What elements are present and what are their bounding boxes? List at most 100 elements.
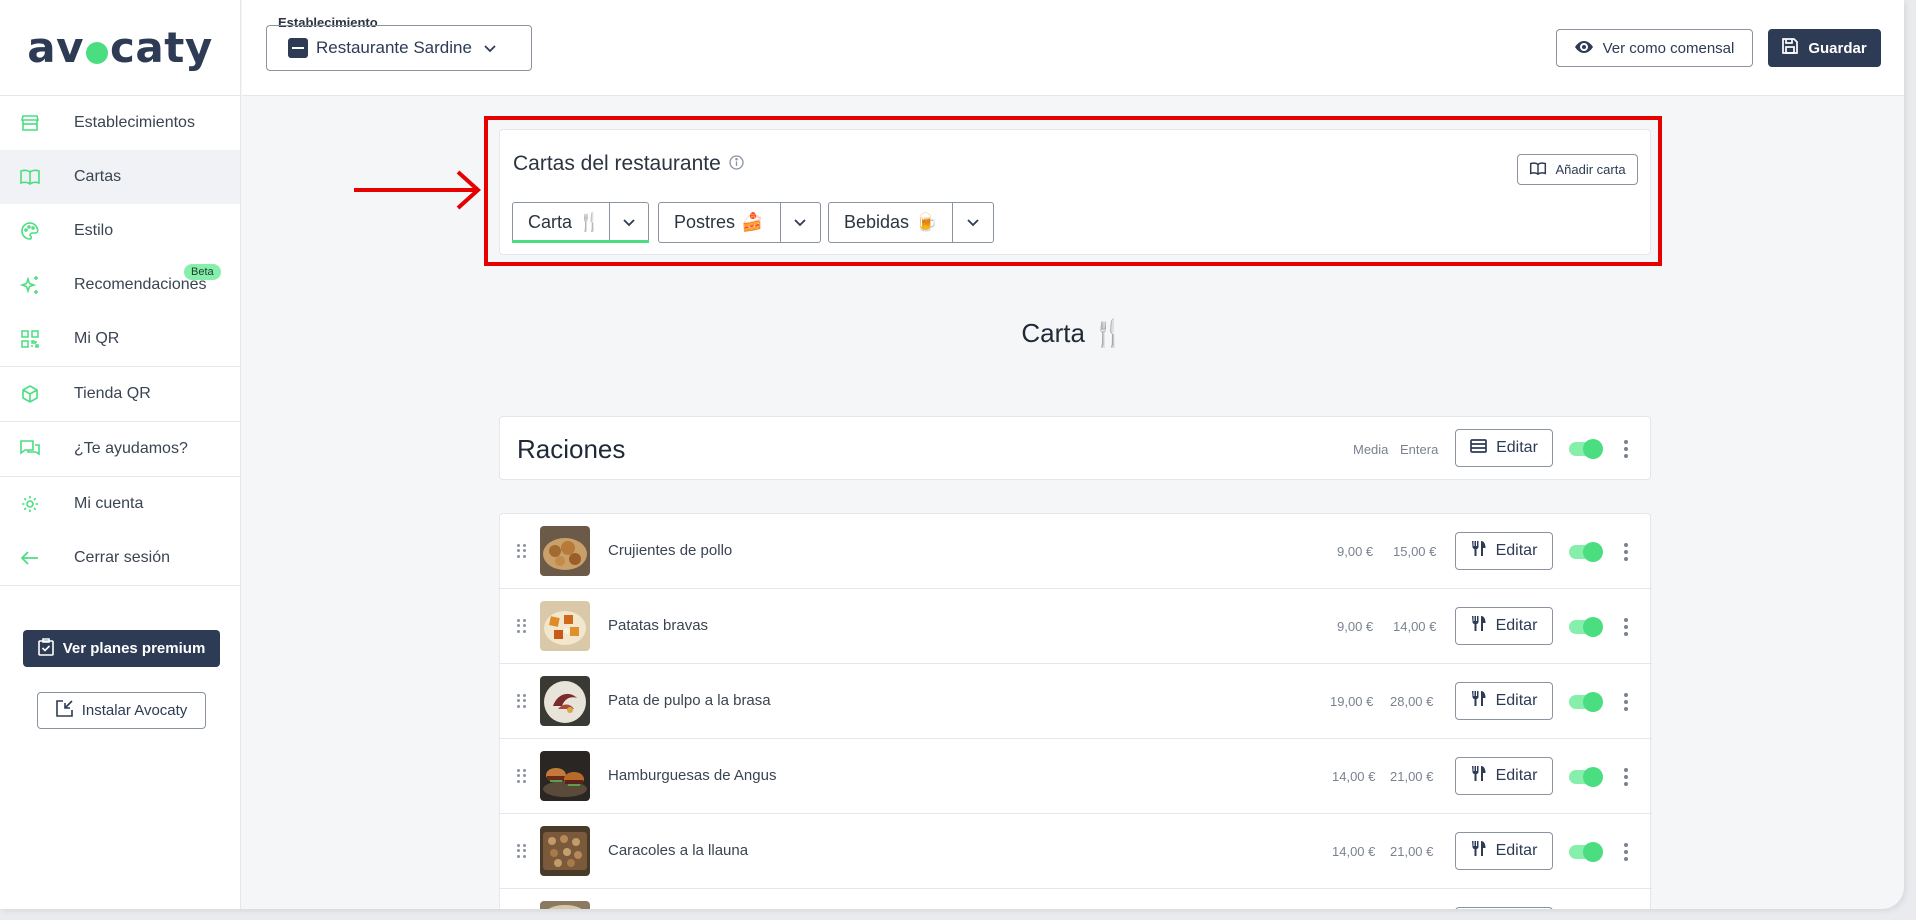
dish-more-menu[interactable] xyxy=(1623,843,1629,861)
qr-icon xyxy=(20,329,40,349)
logo-avocado-dot xyxy=(86,41,109,64)
drag-handle-icon[interactable] xyxy=(517,844,527,858)
edit-dish-button[interactable]: Editar xyxy=(1455,757,1553,795)
sidebar-item-label: Cerrar sesión xyxy=(74,549,171,566)
sidebar-nav: Establecimientos Cartas Estilo Recomenda… xyxy=(0,96,240,586)
install-app-button[interactable]: Instalar Avocaty xyxy=(37,692,206,729)
table-row: Pata de pulpo a la brasa 19,00 € 28,00 €… xyxy=(500,664,1652,739)
section-more-menu[interactable] xyxy=(1623,440,1629,458)
edit-label: Editar xyxy=(1495,767,1538,784)
dish-name: Hamburguesas de Angus xyxy=(608,767,777,784)
dish-visibility-toggle[interactable] xyxy=(1569,842,1603,862)
edit-section-button[interactable]: Editar xyxy=(1455,429,1553,467)
sidebar-item-establecimientos[interactable]: Establecimientos xyxy=(0,96,240,150)
edit-dish-button[interactable]: Editar xyxy=(1455,682,1553,720)
dish-full-price: 21,00 € xyxy=(1390,769,1434,784)
section-icon xyxy=(1470,438,1487,458)
dish-full-price: 28,00 € xyxy=(1390,694,1434,709)
dish-photo xyxy=(540,751,590,801)
sidebar-item-label: Mi QR xyxy=(74,330,120,347)
dish-visibility-toggle[interactable] xyxy=(1569,542,1603,562)
edit-dish-button[interactable]: Editar xyxy=(1455,607,1553,645)
sidebar-item-label: Tienda QR xyxy=(74,385,151,402)
cutlery-icon: 🍴 xyxy=(1092,318,1125,348)
edit-dish-button[interactable]: Editar xyxy=(1455,832,1553,870)
dish-more-menu[interactable] xyxy=(1623,693,1629,711)
dish-photo xyxy=(540,901,590,909)
dish-half-price: 14,00 € xyxy=(1332,769,1376,784)
drag-handle-icon[interactable] xyxy=(517,769,527,783)
save-button[interactable]: Guardar xyxy=(1768,29,1881,67)
edit-label: Editar xyxy=(1495,692,1538,709)
dish-name: Patatas bravas xyxy=(608,617,709,634)
table-row-partial xyxy=(500,889,1652,909)
sidebar-item-estilo[interactable]: Estilo xyxy=(0,204,240,258)
annotation-highlight-box xyxy=(484,116,1662,266)
sidebar-item-mi-qr[interactable]: Mi QR xyxy=(0,312,240,366)
sidebar-item-ayuda[interactable]: ¿Te ayudamos? xyxy=(0,422,240,476)
edit-label: Editar xyxy=(1495,842,1538,859)
establishment-select[interactable]: Restaurante Sardine xyxy=(266,25,532,71)
section-header-card: Raciones Media Entera Editar xyxy=(499,416,1651,480)
dish-visibility-toggle[interactable] xyxy=(1569,692,1603,712)
save-icon xyxy=(1782,38,1799,58)
sidebar-item-recomendaciones[interactable]: Recomendaciones Beta xyxy=(0,258,240,312)
save-label: Guardar xyxy=(1808,39,1867,57)
section-title: Raciones xyxy=(517,434,626,464)
cutlery-icon xyxy=(1471,540,1487,562)
app-frame: av caty Establecimientos Cartas Estilo Re… xyxy=(0,0,1904,909)
edit-label: Editar xyxy=(1496,439,1538,456)
edit-dish-button[interactable]: Editar xyxy=(1455,532,1553,570)
drag-handle-icon[interactable] xyxy=(517,619,527,633)
edit-label: Editar xyxy=(1495,542,1538,559)
dish-full-price: 14,00 € xyxy=(1393,619,1437,634)
chevron-down-icon xyxy=(484,38,496,58)
download-icon xyxy=(55,700,73,721)
logo-text-right: caty xyxy=(110,23,213,72)
palette-icon xyxy=(20,221,40,241)
dish-more-menu[interactable] xyxy=(1623,768,1629,786)
beta-badge: Beta xyxy=(184,264,221,280)
sidebar-item-tienda-qr[interactable]: Tienda QR xyxy=(0,367,240,421)
dish-name: Crujientes de pollo xyxy=(608,542,733,559)
cutlery-icon xyxy=(1471,765,1487,787)
gear-icon xyxy=(20,494,40,514)
dish-half-price: 19,00 € xyxy=(1330,694,1374,709)
logo-text-left: av xyxy=(27,23,85,72)
dish-more-menu[interactable] xyxy=(1623,543,1629,561)
premium-plans-label: Ver planes premium xyxy=(62,640,206,657)
cutlery-icon xyxy=(1471,690,1487,712)
current-menu-title-text: Carta xyxy=(1021,318,1085,348)
column-full-label: Entera xyxy=(1400,442,1439,457)
sidebar: av caty Establecimientos Cartas Estilo Re… xyxy=(0,0,241,909)
dishes-list: Crujientes de pollo 9,00 € 15,00 € Edita… xyxy=(499,513,1652,909)
dish-photo xyxy=(540,526,590,576)
sparkles-icon xyxy=(20,275,40,295)
view-as-diner-label: Ver como comensal xyxy=(1602,39,1735,57)
section-visibility-toggle[interactable] xyxy=(1569,439,1603,459)
drag-handle-icon[interactable] xyxy=(517,694,527,708)
sidebar-item-label: ¿Te ayudamos? xyxy=(74,440,188,457)
cutlery-icon xyxy=(1471,840,1487,862)
sidebar-item-mi-cuenta[interactable]: Mi cuenta xyxy=(0,477,240,531)
dish-name: Caracoles a la llauna xyxy=(608,842,749,859)
edit-dish-button-partial[interactable] xyxy=(1455,907,1553,909)
eye-icon xyxy=(1574,40,1593,57)
view-as-diner-button[interactable]: Ver como comensal xyxy=(1556,29,1753,67)
sidebar-item-label: Mi cuenta xyxy=(74,495,144,512)
sidebar-item-cerrar-sesion[interactable]: Cerrar sesión xyxy=(0,531,240,585)
dish-visibility-toggle[interactable] xyxy=(1569,617,1603,637)
table-row: Hamburguesas de Angus 14,00 € 21,00 € Ed… xyxy=(500,739,1652,814)
table-row: Patatas bravas 9,00 € 14,00 € Editar xyxy=(500,589,1652,664)
logo[interactable]: av caty xyxy=(27,23,212,72)
divider xyxy=(0,585,240,586)
drag-handle-icon[interactable] xyxy=(517,544,527,558)
dish-full-price: 21,00 € xyxy=(1390,844,1434,859)
dish-full-price: 15,00 € xyxy=(1393,544,1437,559)
premium-plans-button[interactable]: Ver planes premium xyxy=(23,630,220,667)
sidebar-item-cartas[interactable]: Cartas xyxy=(0,150,240,204)
dish-visibility-toggle[interactable] xyxy=(1569,767,1603,787)
sidebar-item-label: Establecimientos xyxy=(74,114,195,131)
dish-more-menu[interactable] xyxy=(1623,618,1629,636)
column-half-label: Media xyxy=(1353,442,1389,457)
